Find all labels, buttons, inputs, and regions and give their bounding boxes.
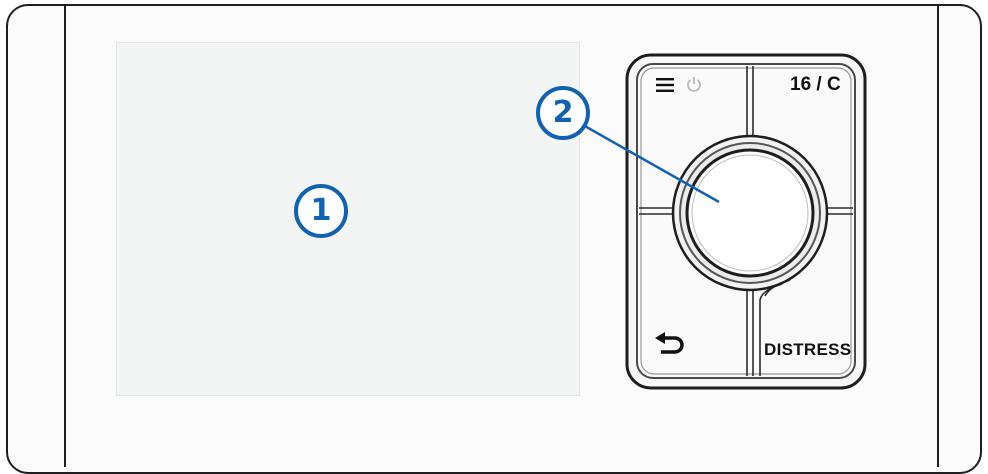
keypad-drawing: [582, 53, 867, 390]
channel-16-button-label: 16 / C: [790, 74, 841, 95]
callout-1-screen: 1: [294, 184, 348, 238]
power-icon: [687, 77, 701, 92]
knob-face: [691, 154, 809, 272]
distress-button-label: DISTRESS: [764, 340, 852, 359]
menu-icon: [656, 78, 674, 92]
callout-2-knob: 2: [536, 86, 590, 140]
back-icon: [655, 332, 684, 354]
